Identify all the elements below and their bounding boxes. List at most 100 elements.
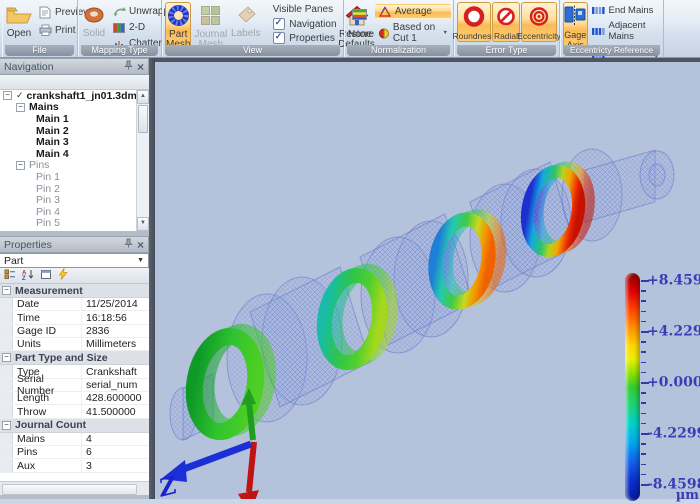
- tree-item-main-4[interactable]: Main 4: [0, 148, 149, 160]
- tree-item-mains[interactable]: Mains: [0, 102, 149, 114]
- property-category[interactable]: Part Type and Size: [0, 351, 149, 365]
- expander-icon[interactable]: [2, 353, 11, 362]
- minor-tick: [641, 464, 646, 466]
- labels-button[interactable]: Labels: [230, 2, 261, 40]
- property-value: 3: [82, 460, 149, 472]
- tree-scrollbar[interactable]: ▲ ▼: [136, 90, 149, 231]
- sort-alphabetical-icon[interactable]: AZ: [22, 267, 34, 285]
- property-value: 428.600000: [82, 392, 149, 404]
- tree-item-main-3[interactable]: Main 3: [0, 136, 149, 148]
- pin-icon[interactable]: [124, 238, 133, 251]
- property-category[interactable]: Journal Count: [0, 419, 149, 433]
- expander-icon[interactable]: [2, 421, 11, 430]
- part-mesh-button[interactable]: Part Mesh: [165, 2, 191, 51]
- property-row[interactable]: Mains4: [0, 433, 149, 446]
- lightning-icon[interactable]: [58, 267, 68, 285]
- property-value: 6: [82, 446, 149, 458]
- tree-item-main-2[interactable]: Main 2: [0, 125, 149, 137]
- property-row[interactable]: Throw41.500000: [0, 405, 149, 418]
- scroll-up-icon[interactable]: ▲: [137, 90, 149, 104]
- average-button[interactable]: Average: [375, 4, 451, 19]
- tree-item-pins[interactable]: Pins: [0, 160, 149, 172]
- based-on-cut-button[interactable]: Based on Cut 1: [375, 20, 451, 46]
- property-value: serial_num: [82, 379, 149, 391]
- property-row[interactable]: Pins6: [0, 446, 149, 459]
- property-row[interactable]: Gage ID2836: [0, 325, 149, 338]
- tree-item-pin-3[interactable]: Pin 3: [0, 194, 149, 206]
- tree-item-pin-1[interactable]: Pin 1: [0, 171, 149, 183]
- check-icon: ✓: [16, 90, 24, 101]
- scale-value-label: +4.2299: [647, 323, 700, 339]
- scroll-down-icon[interactable]: ▼: [137, 217, 149, 231]
- gage-axis-icon: [564, 5, 586, 29]
- property-row[interactable]: UnitsMillimeters: [0, 338, 149, 351]
- color-scale-bar: [625, 273, 640, 501]
- end-mains-button[interactable]: End Mains: [590, 4, 662, 17]
- model-viewport[interactable]: Z +8.4598+4.2299+0.0000-4.2299-8.4598 µm: [155, 58, 700, 499]
- property-pages-icon[interactable]: [40, 267, 52, 285]
- property-category-title: Measurement: [15, 285, 83, 297]
- eccentricity-button[interactable]: Eccentricity: [521, 2, 557, 42]
- property-row[interactable]: Length428.600000: [0, 392, 149, 405]
- tree-item-pin-4[interactable]: Pin 4: [0, 206, 149, 218]
- navigation-panel-header[interactable]: Navigation ×: [0, 58, 149, 75]
- expander-icon[interactable]: [2, 286, 11, 295]
- pin-icon[interactable]: [124, 60, 133, 73]
- adjacent-mains-button[interactable]: Adjacent Mains: [590, 19, 662, 43]
- property-label: Date: [13, 298, 82, 310]
- property-row[interactable]: Time16:18:56: [0, 311, 149, 324]
- eccentricity-icon: [526, 5, 552, 30]
- open-button[interactable]: Open: [5, 2, 33, 40]
- close-icon[interactable]: ×: [137, 240, 144, 250]
- tree-item-pin-5[interactable]: Pin 5: [0, 218, 149, 230]
- visible-panes-block: Visible Panes Navigation Properties: [269, 2, 336, 45]
- property-row[interactable]: Aux3: [0, 459, 149, 472]
- scale-value-label: +0.0000: [647, 374, 700, 390]
- scroll-thumb[interactable]: [2, 484, 137, 495]
- property-value: Crankshaft: [82, 366, 149, 378]
- properties-toolbar: AZ: [0, 268, 149, 284]
- solid-button[interactable]: Solid: [81, 2, 107, 40]
- based-on-cut-icon: [378, 28, 390, 39]
- none-colormap-icon: [352, 9, 367, 23]
- navigation-toolbar-strip: [0, 75, 149, 90]
- expander-icon[interactable]: [16, 103, 25, 112]
- properties-hscrollbar[interactable]: [0, 481, 149, 495]
- close-icon[interactable]: ×: [137, 62, 144, 72]
- property-label: Length: [13, 392, 82, 404]
- ribbon-group-eccentricity-reference: Gage Axis End Mains Adjacent Mains Mains…: [560, 0, 664, 57]
- scroll-thumb[interactable]: [138, 105, 148, 133]
- color-scale-labels: +8.4598+4.2299+0.0000-4.2299-8.4598: [647, 281, 700, 485]
- navigation-panel-title: Navigation: [4, 61, 54, 73]
- roundness-icon: [461, 5, 487, 30]
- navigation-tree: ✓ crankshaft1_jn01.3dm Mains Main 1 Main…: [0, 90, 149, 231]
- properties-checkbox[interactable]: [273, 32, 285, 44]
- categorized-icon[interactable]: [4, 267, 16, 285]
- radial-icon: [495, 5, 517, 30]
- journal-mesh-button[interactable]: Journal Mesh: [193, 2, 228, 51]
- radial-button[interactable]: Radial: [492, 2, 520, 42]
- property-label: Time: [13, 312, 82, 324]
- tree-item-pin-2[interactable]: Pin 2: [0, 183, 149, 195]
- property-row[interactable]: Serial Numberserial_num: [0, 379, 149, 392]
- expander-icon[interactable]: [3, 91, 12, 100]
- expander-icon[interactable]: [16, 161, 25, 170]
- properties-panel-header[interactable]: Properties ×: [0, 236, 149, 253]
- none-button[interactable]: None: [347, 2, 373, 41]
- navigation-checkbox-row[interactable]: Navigation: [269, 17, 336, 31]
- navigation-checkbox[interactable]: [273, 18, 285, 30]
- tree-item-root[interactable]: ✓ crankshaft1_jn01.3dm: [0, 90, 149, 102]
- gage-axis-button[interactable]: Gage Axis: [563, 2, 588, 51]
- row-gutter: [0, 405, 13, 417]
- property-value: 2836: [82, 325, 149, 337]
- property-row[interactable]: Date11/25/2014: [0, 298, 149, 311]
- property-label: Throw: [13, 406, 82, 418]
- property-category[interactable]: Measurement: [0, 284, 149, 298]
- property-category-title: Part Type and Size: [15, 352, 108, 364]
- group-label-eccentricity-reference: Eccentricty Reference: [563, 45, 660, 56]
- row-gutter: [0, 298, 13, 310]
- properties-checkbox-row[interactable]: Properties: [269, 31, 336, 45]
- roundness-button[interactable]: Roundness: [457, 2, 491, 42]
- group-label-normalization: Normalization: [347, 45, 450, 56]
- tree-item-main-1[interactable]: Main 1: [0, 113, 149, 125]
